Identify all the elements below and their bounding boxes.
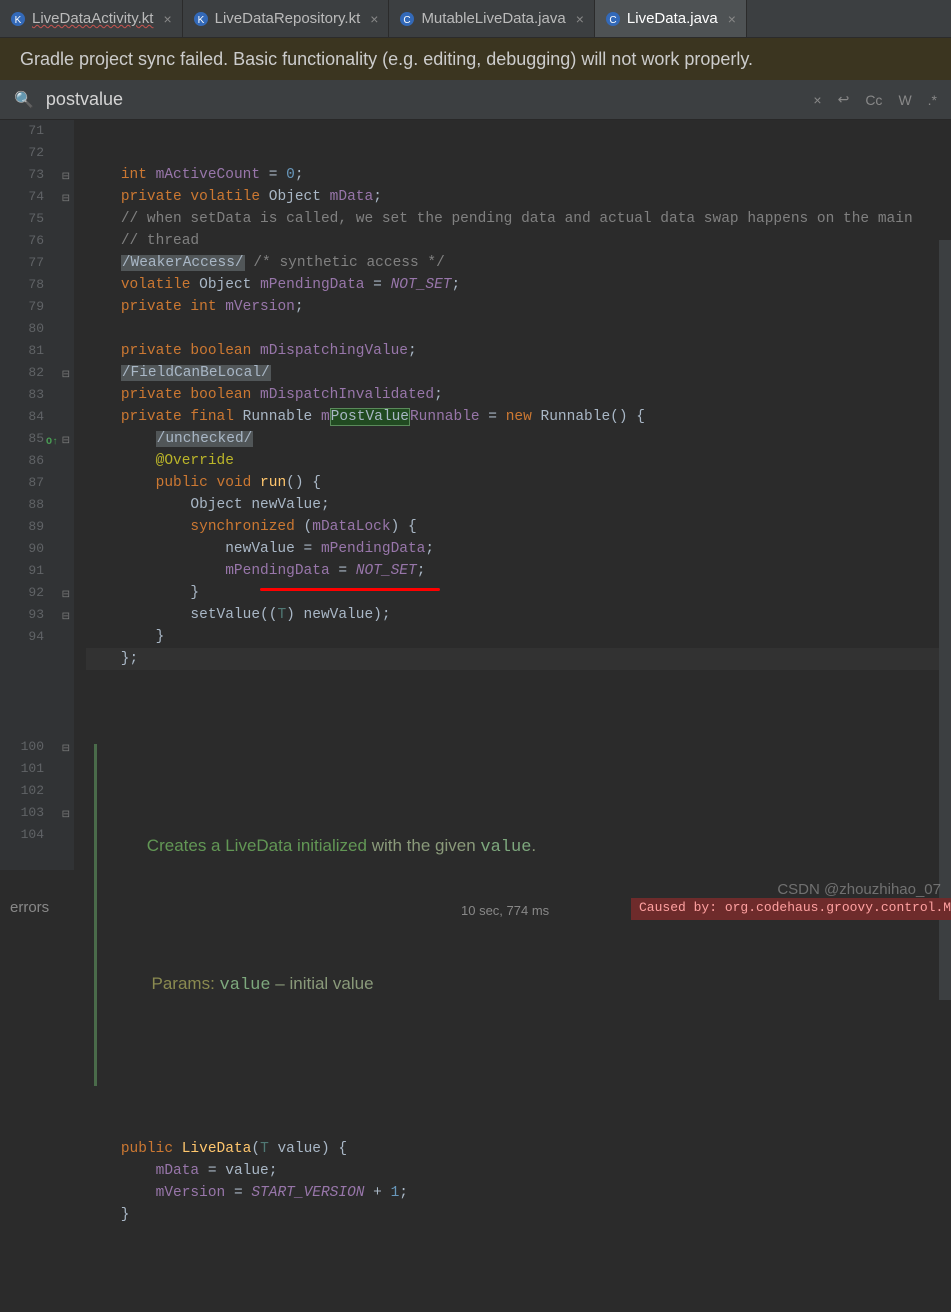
- code-line[interactable]: /unchecked/: [86, 428, 951, 450]
- gutter: 717273⊟74⊟7576777879808182⊟838485⊟O↑8687…: [0, 120, 74, 870]
- code-line[interactable]: mData = value;: [86, 1160, 951, 1182]
- code-line[interactable]: /WeakerAccess/ /* synthetic access */: [86, 252, 951, 274]
- line-number[interactable]: 89: [0, 516, 74, 538]
- status-errors[interactable]: errors: [0, 895, 59, 920]
- close-tab-icon[interactable]: ×: [163, 11, 171, 27]
- editor[interactable]: 717273⊟74⊟7576777879808182⊟838485⊟O↑8687…: [0, 120, 951, 870]
- line-number[interactable]: 74⊟: [0, 186, 74, 208]
- code-line[interactable]: synchronized (mDataLock) {: [86, 516, 951, 538]
- code-line[interactable]: }: [86, 1204, 951, 1226]
- tab-mutablelivedata-java[interactable]: C MutableLiveData.java ×: [389, 0, 594, 37]
- line-number[interactable]: 91: [0, 560, 74, 582]
- line-number[interactable]: 72: [0, 142, 74, 164]
- line-number[interactable]: 81: [0, 340, 74, 362]
- line-number[interactable]: 90: [0, 538, 74, 560]
- regex-toggle[interactable]: .*: [928, 92, 937, 108]
- hand-underline-annotation: [260, 588, 440, 591]
- warning-text: Gradle project sync failed. Basic functi…: [20, 49, 753, 70]
- line-number[interactable]: 93⊟: [0, 604, 74, 626]
- code-line[interactable]: mPendingData = NOT_SET;: [86, 560, 951, 582]
- search-actions: × ↩ Cc W .*: [813, 91, 937, 108]
- code-line[interactable]: private final Runnable mPostValueRunnabl…: [86, 406, 951, 428]
- status-error-message[interactable]: Caused by: org.codehaus.groovy.control.M: [631, 898, 951, 920]
- kotlin-file-icon: K: [10, 11, 26, 27]
- line-number[interactable]: 87: [0, 472, 74, 494]
- line-number[interactable]: 76: [0, 230, 74, 252]
- line-number[interactable]: 88: [0, 494, 74, 516]
- line-number[interactable]: 104: [0, 824, 74, 846]
- line-number[interactable]: 78: [0, 274, 74, 296]
- line-number[interactable]: 80: [0, 318, 74, 340]
- line-number[interactable]: 101: [0, 758, 74, 780]
- svg-text:C: C: [404, 15, 411, 26]
- code-line[interactable]: // thread: [86, 230, 951, 252]
- code-line[interactable]: private volatile Object mData;: [86, 186, 951, 208]
- find-bar: 🔍 × ↩ Cc W .*: [0, 80, 951, 120]
- code-line[interactable]: private int mVersion;: [86, 296, 951, 318]
- tab-livedata-java[interactable]: C LiveData.java ×: [595, 0, 747, 37]
- code-line[interactable]: private boolean mDispatchingValue;: [86, 340, 951, 362]
- code-area[interactable]: int mActiveCount = 0; private volatile O…: [74, 120, 951, 870]
- line-number[interactable]: 79: [0, 296, 74, 318]
- code-line[interactable]: setValue((T) newValue);: [86, 604, 951, 626]
- kotlin-file-icon: K: [193, 11, 209, 27]
- next-match-icon[interactable]: ↩: [838, 91, 850, 108]
- code-line[interactable]: public LiveData(T value) {: [86, 1138, 951, 1160]
- close-tab-icon[interactable]: ×: [370, 11, 378, 27]
- close-tab-icon[interactable]: ×: [728, 11, 736, 27]
- line-number[interactable]: 73⊟: [0, 164, 74, 186]
- line-number[interactable]: 84: [0, 406, 74, 428]
- code-line[interactable]: }: [86, 626, 951, 648]
- gradle-warning-banner: Gradle project sync failed. Basic functi…: [0, 38, 951, 80]
- line-number[interactable]: 75: [0, 208, 74, 230]
- code-line[interactable]: public void run() {: [86, 472, 951, 494]
- tab-label: MutableLiveData.java: [421, 10, 565, 27]
- code-line[interactable]: }: [86, 582, 951, 604]
- search-input[interactable]: [46, 89, 801, 110]
- code-line[interactable]: [86, 670, 951, 692]
- tab-livedatarepository-kt[interactable]: K LiveDataRepository.kt ×: [183, 0, 390, 37]
- tab-bar: K LiveDataActivity.kt × K LiveDataRepository…: [0, 0, 951, 38]
- line-number[interactable]: 85⊟O↑: [0, 428, 74, 450]
- code-line[interactable]: [86, 318, 951, 340]
- tab-label: LiveDataRepository.kt: [215, 10, 361, 27]
- code-line[interactable]: @Override: [86, 450, 951, 472]
- svg-text:K: K: [15, 15, 22, 26]
- line-number[interactable]: 82⊟: [0, 362, 74, 384]
- code-line[interactable]: newValue = mPendingData;: [86, 538, 951, 560]
- code-line[interactable]: private boolean mDispatchInvalidated;: [86, 384, 951, 406]
- line-number[interactable]: 86: [0, 450, 74, 472]
- svg-text:K: K: [197, 15, 204, 26]
- tab-livedataactivity-kt[interactable]: K LiveDataActivity.kt ×: [0, 0, 183, 37]
- close-tab-icon[interactable]: ×: [576, 11, 584, 27]
- tab-label: LiveDataActivity.kt: [32, 10, 153, 27]
- watermark: CSDN @zhouzhihao_07: [777, 881, 941, 898]
- match-case-toggle[interactable]: Cc: [865, 92, 882, 108]
- line-number[interactable]: 102: [0, 780, 74, 802]
- line-number[interactable]: 92⊟: [0, 582, 74, 604]
- line-number[interactable]: 71: [0, 120, 74, 142]
- doc-text: Creates a LiveData initialized: [147, 836, 372, 855]
- svg-text:C: C: [609, 15, 616, 26]
- line-number[interactable]: 103⊟: [0, 802, 74, 824]
- code-line[interactable]: // when setData is called, we set the pe…: [86, 208, 951, 230]
- doc-params-label: Params:: [152, 974, 220, 993]
- line-number[interactable]: 94: [0, 626, 74, 648]
- code-line[interactable]: /FieldCanBeLocal/: [86, 362, 951, 384]
- code-line[interactable]: };: [86, 648, 951, 670]
- tab-label: LiveData.java: [627, 10, 718, 27]
- java-class-icon: C: [399, 11, 415, 27]
- code-line[interactable]: volatile Object mPendingData = NOT_SET;: [86, 274, 951, 296]
- code-line[interactable]: Object newValue;: [86, 494, 951, 516]
- search-icon: 🔍: [14, 90, 34, 110]
- code-line[interactable]: int mActiveCount = 0;: [86, 164, 951, 186]
- line-number[interactable]: 100⊟: [0, 736, 74, 758]
- words-toggle[interactable]: W: [898, 92, 911, 108]
- line-number[interactable]: 77: [0, 252, 74, 274]
- code-line[interactable]: mVersion = START_VERSION + 1;: [86, 1182, 951, 1204]
- java-class-icon: C: [605, 11, 621, 27]
- code-line[interactable]: [86, 1226, 951, 1248]
- line-number[interactable]: 83: [0, 384, 74, 406]
- close-search-icon[interactable]: ×: [813, 92, 821, 108]
